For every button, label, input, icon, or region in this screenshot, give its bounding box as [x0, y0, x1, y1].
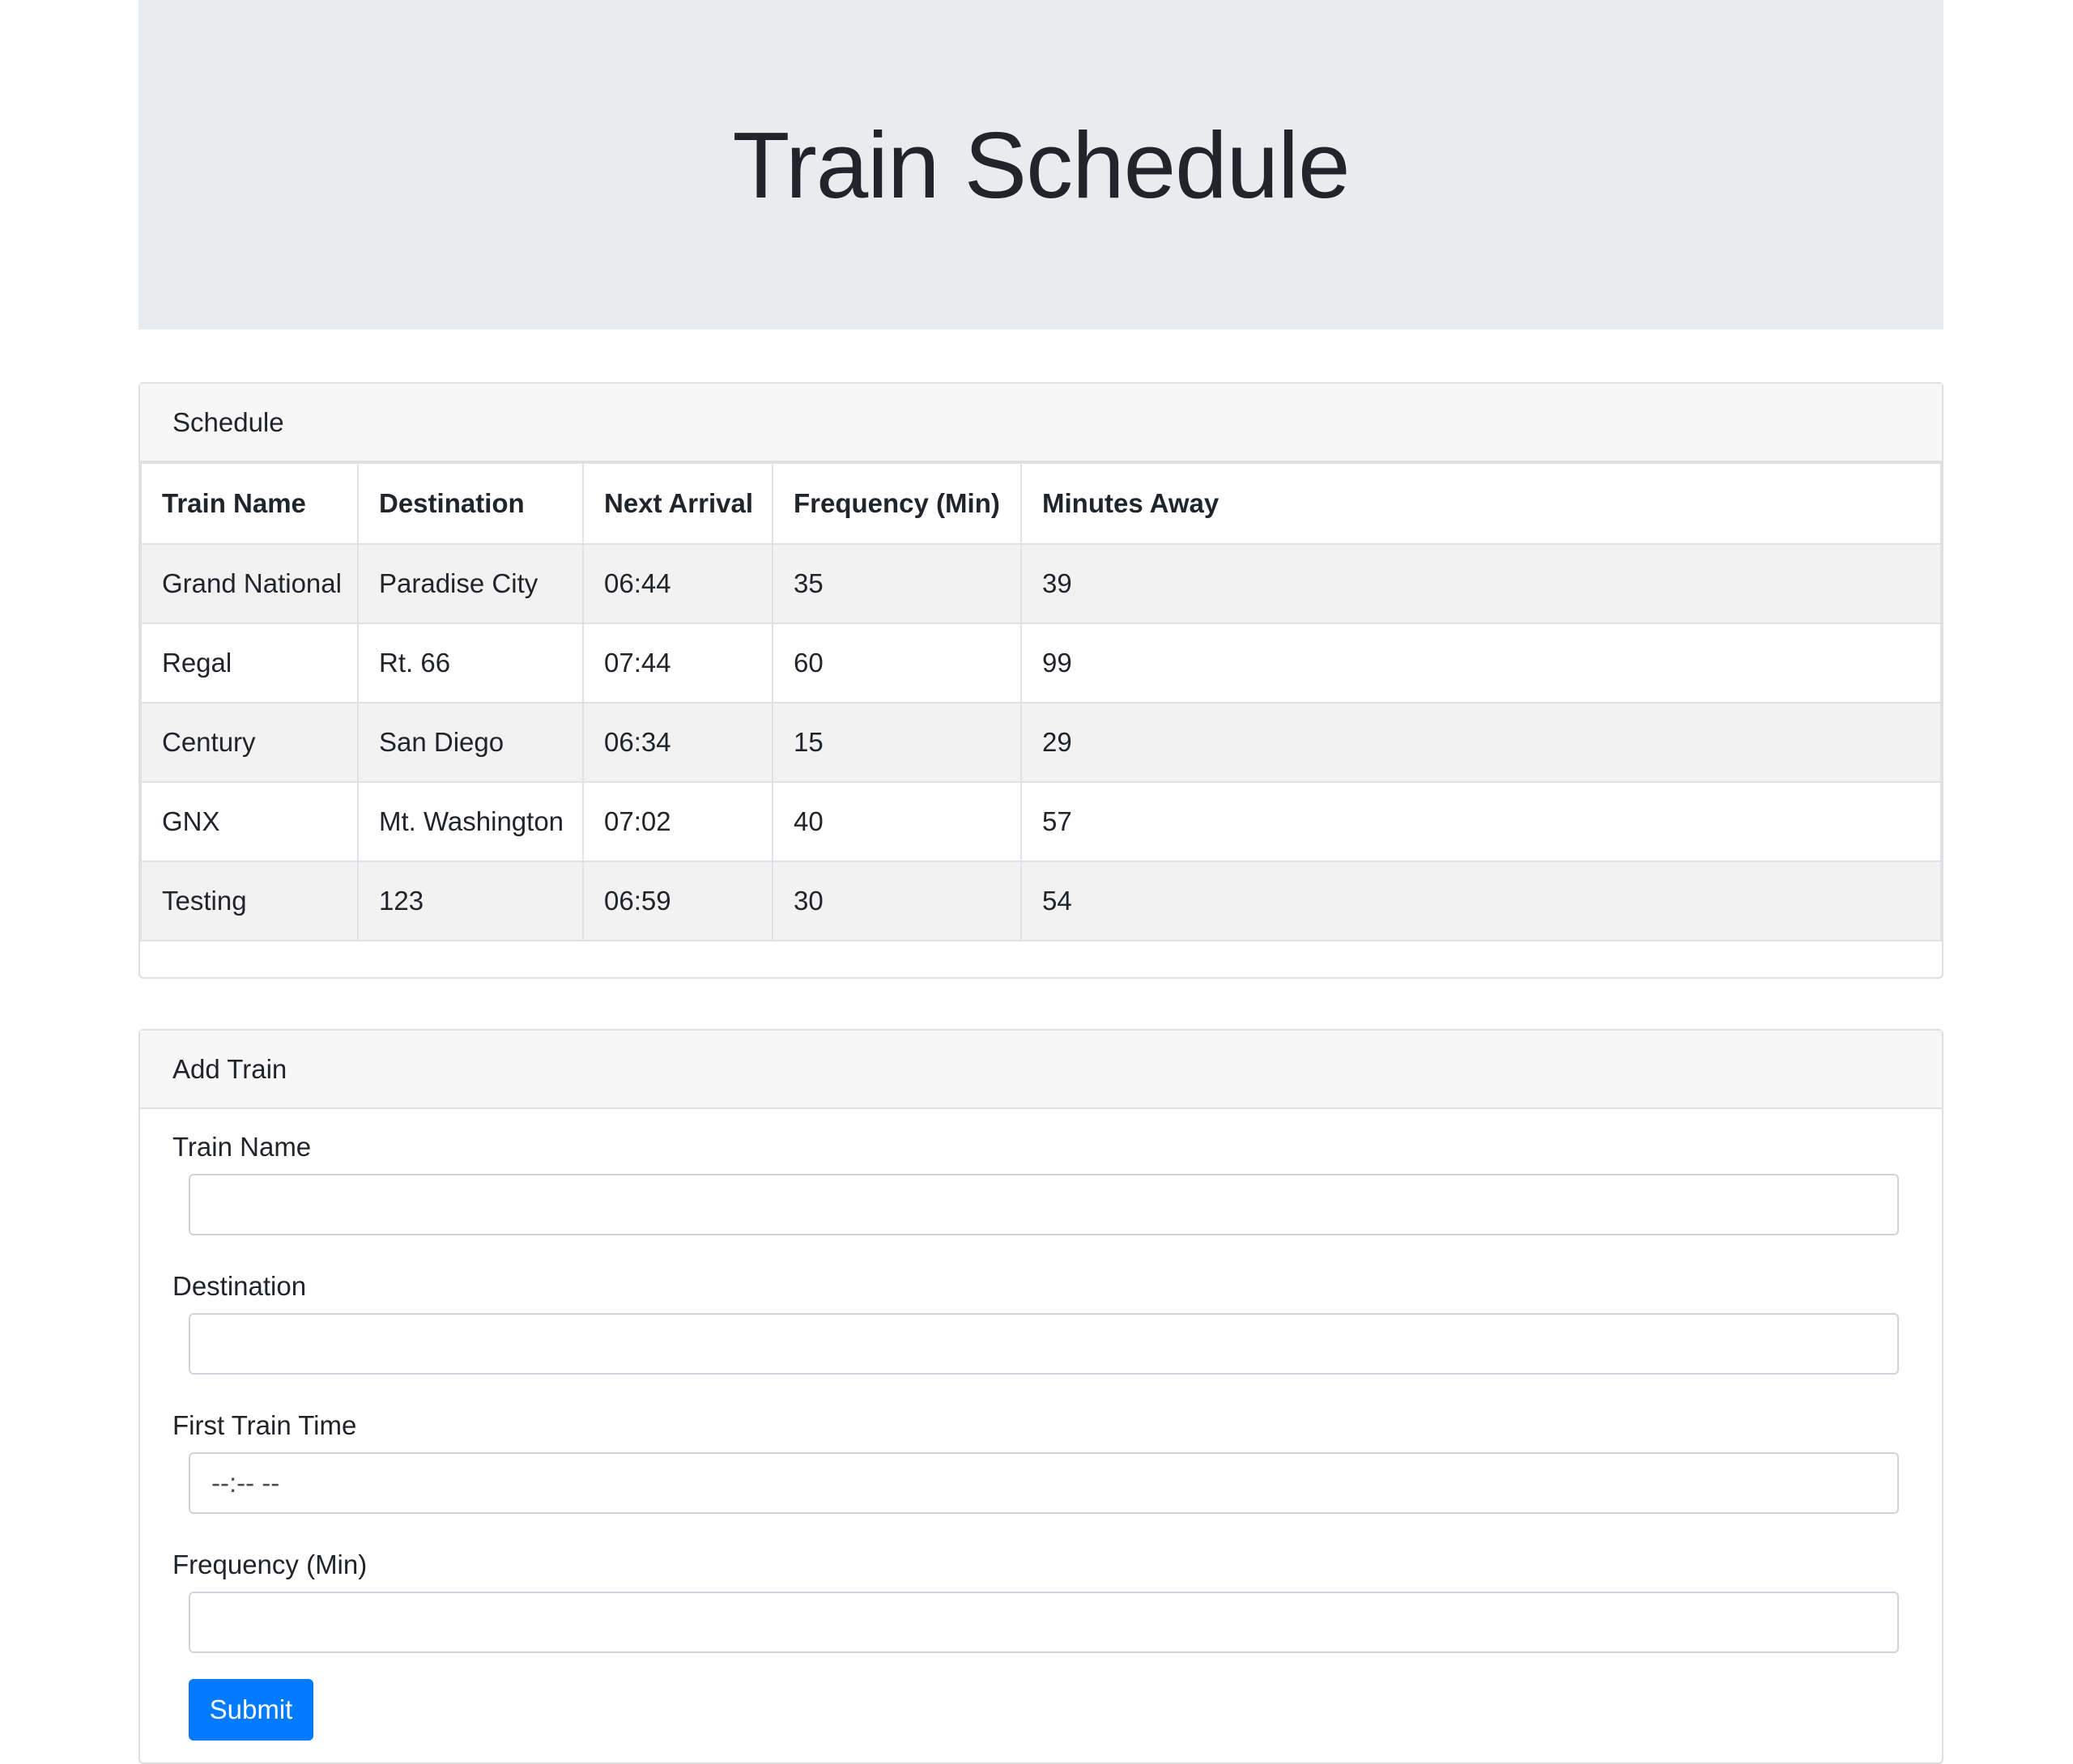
table-cell: 54 [1020, 861, 1942, 942]
first-train-time-input[interactable] [189, 1452, 1899, 1514]
header-banner: Train Schedule [138, 0, 1943, 329]
table-cell: 06:34 [582, 702, 773, 783]
table-cell: 07:02 [582, 781, 773, 862]
table-cell: 15 [772, 702, 1022, 783]
page-container: Train Schedule Schedule Train Name Desti… [138, 0, 1943, 1764]
table-cell: GNX [140, 781, 359, 862]
table-cell: Paradise City [357, 543, 584, 624]
train-name-group: Train Name [172, 1127, 1909, 1235]
table-row: Regal Rt. 66 07:44 60 99 [140, 623, 1942, 703]
schedule-table: Train Name Destination Next Arrival Freq… [140, 462, 1942, 942]
schedule-card: Schedule Train Name Destination Next Arr… [138, 382, 1943, 979]
table-cell: Testing [140, 861, 359, 942]
destination-input[interactable] [189, 1313, 1899, 1375]
table-cell: 06:59 [582, 861, 773, 942]
table-row: Century San Diego 06:34 15 29 [140, 702, 1942, 783]
table-row: GNX Mt. Washington 07:02 40 57 [140, 781, 1942, 862]
table-cell: 99 [1020, 623, 1942, 703]
column-header: Next Arrival [582, 462, 773, 545]
add-train-form: Train Name Destination First Train Time … [140, 1109, 1942, 1741]
table-cell: 57 [1020, 781, 1942, 862]
column-header: Train Name [140, 462, 359, 545]
add-train-card: Add Train Train Name Destination First T… [138, 1029, 1943, 1764]
frequency-input[interactable] [189, 1592, 1899, 1653]
table-cell: 123 [357, 861, 584, 942]
table-cell: 29 [1020, 702, 1942, 783]
destination-label: Destination [172, 1271, 307, 1301]
destination-group: Destination [172, 1266, 1909, 1375]
first-train-time-label: First Train Time [172, 1410, 357, 1440]
table-cell: 06:44 [582, 543, 773, 624]
submit-button[interactable]: Submit [189, 1679, 313, 1741]
frequency-group: Frequency (Min) [172, 1545, 1909, 1653]
train-name-label: Train Name [172, 1132, 312, 1162]
table-row: Testing 123 06:59 30 54 [140, 861, 1942, 942]
table-cell: 60 [772, 623, 1022, 703]
table-cell: 39 [1020, 543, 1942, 624]
table-cell: 35 [772, 543, 1022, 624]
table-cell: Regal [140, 623, 359, 703]
train-name-input[interactable] [189, 1174, 1899, 1235]
add-train-card-header: Add Train [140, 1031, 1942, 1109]
frequency-label: Frequency (Min) [172, 1549, 368, 1579]
column-header: Frequency (Min) [772, 462, 1022, 545]
table-cell: Rt. 66 [357, 623, 584, 703]
first-train-time-group: First Train Time [172, 1405, 1909, 1514]
table-cell: 30 [772, 861, 1022, 942]
table-cell: Mt. Washington [357, 781, 584, 862]
table-cell: 07:44 [582, 623, 773, 703]
table-row: Grand National Paradise City 06:44 35 39 [140, 543, 1942, 624]
table-cell: San Diego [357, 702, 584, 783]
column-header: Destination [357, 462, 584, 545]
table-header-row: Train Name Destination Next Arrival Freq… [140, 462, 1942, 545]
table-cell: 40 [772, 781, 1022, 862]
column-header: Minutes Away [1020, 462, 1942, 545]
table-cell: Grand National [140, 543, 359, 624]
table-cell: Century [140, 702, 359, 783]
schedule-card-header: Schedule [140, 384, 1942, 462]
page-title: Train Schedule [732, 112, 1351, 218]
